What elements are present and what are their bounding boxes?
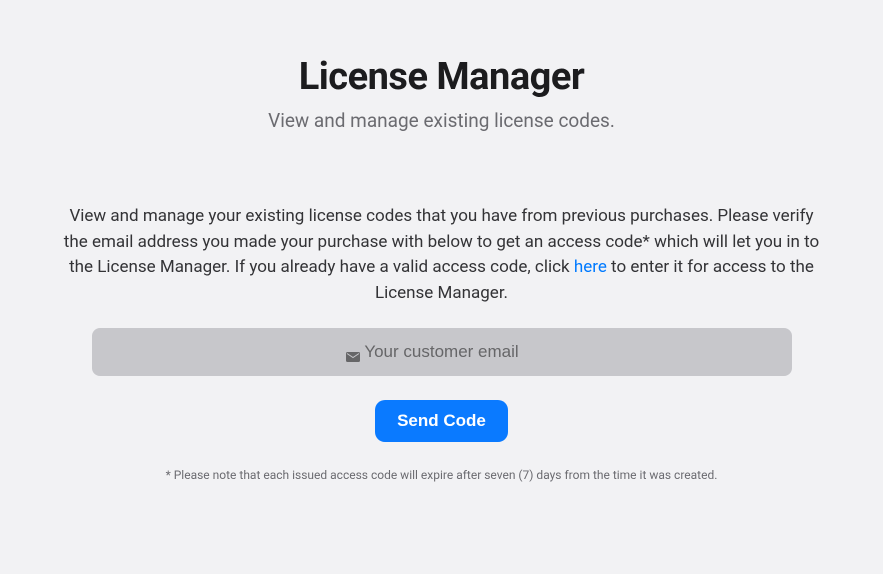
description-text: View and manage your existing license co…	[62, 204, 822, 306]
footnote-text: * Please note that each issued access co…	[52, 468, 832, 482]
page-title: License Manager	[52, 55, 832, 99]
email-input-wrapper	[92, 328, 792, 376]
access-code-link[interactable]: here	[574, 257, 607, 277]
send-code-button[interactable]: Send Code	[375, 400, 508, 442]
page-subtitle: View and manage existing license codes.	[52, 109, 832, 132]
main-container: License Manager View and manage existing…	[32, 55, 852, 482]
email-field[interactable]	[92, 328, 792, 376]
